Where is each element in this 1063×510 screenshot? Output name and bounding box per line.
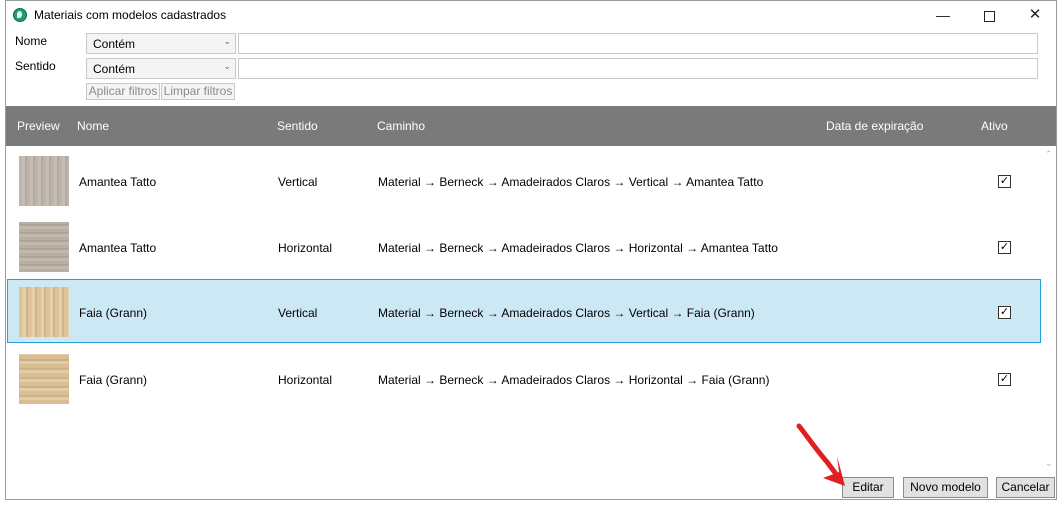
material-direction: Horizontal [278, 241, 333, 255]
new-model-button[interactable]: Novo modelo [903, 477, 988, 498]
nome-filter-input[interactable] [238, 33, 1038, 54]
red-annotation-arrow-icon [796, 423, 845, 486]
minimize-button[interactable]: — [920, 1, 966, 30]
material-path: Material → Berneck → Amadeirados Claros … [378, 241, 778, 255]
active-checkbox[interactable]: ✓ [998, 241, 1011, 254]
column-header-sentido[interactable]: Sentido [277, 119, 318, 133]
scroll-down-icon[interactable]: ⌄ [1045, 458, 1053, 469]
table-row[interactable]: Faia (Grann) Horizontal Material → Berne… [7, 346, 1041, 410]
scroll-up-icon[interactable]: ⌃ [1045, 149, 1053, 160]
sentido-operator-select[interactable]: Contém ⌄ [86, 58, 236, 79]
close-button[interactable]: ✕ [1012, 1, 1058, 30]
title-bar: Materiais com modelos cadastrados — ✕ [6, 1, 1056, 30]
cancel-button[interactable]: Cancelar [996, 477, 1055, 498]
material-name: Amantea Tatto [79, 241, 157, 255]
material-preview-thumbnail [19, 222, 69, 272]
material-preview-thumbnail [19, 156, 69, 206]
material-preview-thumbnail [19, 354, 69, 404]
material-preview-thumbnail [19, 287, 69, 337]
material-path: Material → Berneck → Amadeirados Claros … [378, 175, 764, 189]
window-title: Materiais com modelos cadastrados [34, 8, 227, 22]
clear-filters-button[interactable]: Limpar filtros [161, 83, 235, 100]
app-logo-icon [13, 8, 27, 22]
maximize-button[interactable] [966, 1, 1012, 30]
table-row-selected[interactable]: Faia (Grann) Vertical Material → Berneck… [7, 279, 1041, 343]
dialog-window: Materiais com modelos cadastrados — ✕ No… [5, 0, 1057, 500]
material-name: Faia (Grann) [79, 306, 148, 320]
chevron-down-icon: ⌄ [223, 36, 231, 46]
sentido-filter-input[interactable] [238, 58, 1038, 79]
vertical-scrollbar[interactable]: ⌃ ⌄ [1043, 149, 1056, 469]
active-checkbox[interactable]: ✓ [998, 306, 1011, 319]
material-direction: Vertical [278, 306, 318, 320]
column-header-ativo[interactable]: Ativo [981, 119, 1008, 133]
nome-operator-value: Contém [93, 37, 136, 51]
column-header-preview[interactable]: Preview [17, 119, 60, 133]
material-path: Material → Berneck → Amadeirados Claros … [378, 306, 755, 320]
sentido-filter-label: Sentido [15, 59, 56, 73]
maximize-icon [983, 10, 995, 22]
material-path: Material → Berneck → Amadeirados Claros … [378, 373, 770, 387]
chevron-down-icon: ⌄ [223, 61, 231, 71]
nome-filter-label: Nome [15, 34, 48, 48]
column-header-data-expiracao[interactable]: Data de expiração [826, 119, 923, 133]
material-name: Amantea Tatto [79, 175, 157, 189]
apply-filters-button[interactable]: Aplicar filtros [86, 83, 160, 100]
sentido-operator-value: Contém [93, 62, 136, 76]
table-row[interactable]: Amantea Tatto Vertical Material → Bernec… [7, 148, 1041, 212]
active-checkbox[interactable]: ✓ [998, 373, 1011, 386]
nome-operator-select[interactable]: Contém ⌄ [86, 33, 236, 54]
grid-header: Preview Nome Sentido Caminho Data de exp… [6, 106, 1056, 146]
material-direction: Vertical [278, 175, 318, 189]
active-checkbox[interactable]: ✓ [998, 175, 1011, 188]
column-header-nome[interactable]: Nome [77, 119, 109, 133]
table-row[interactable]: Amantea Tatto Horizontal Material → Bern… [7, 214, 1041, 278]
material-name: Faia (Grann) [79, 373, 148, 387]
material-direction: Horizontal [278, 373, 333, 387]
column-header-caminho[interactable]: Caminho [377, 119, 425, 133]
